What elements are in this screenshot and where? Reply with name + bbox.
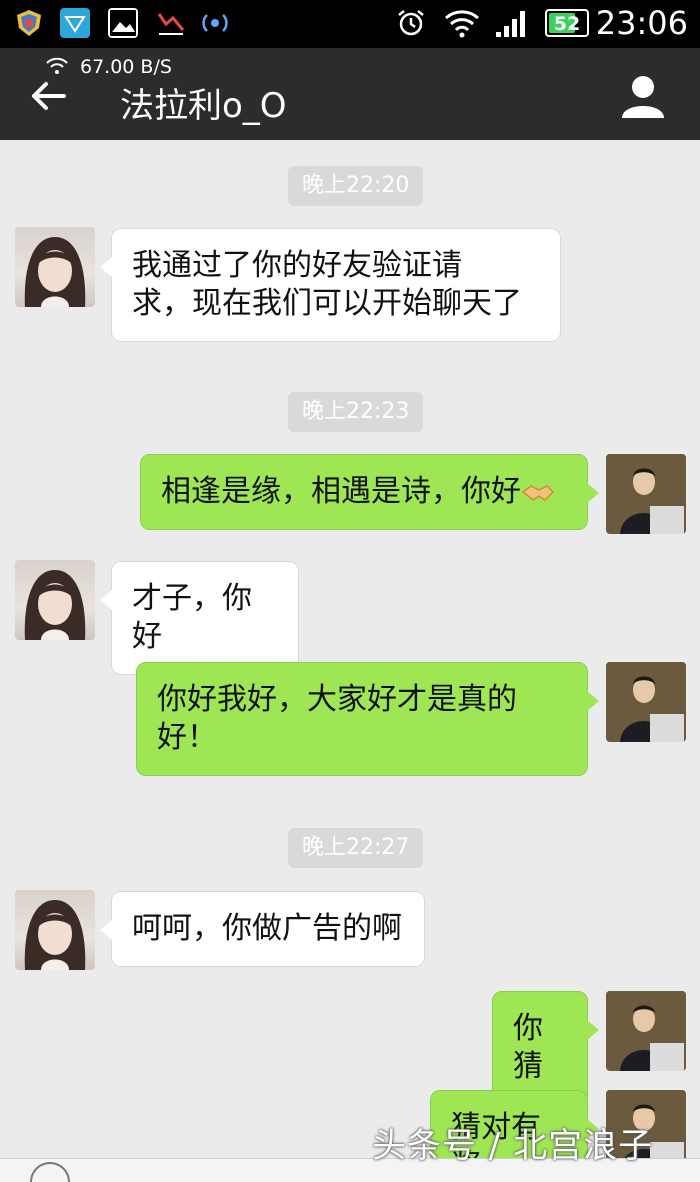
- timestamp: 晚上22:23: [288, 392, 424, 432]
- network-speed: 67.00 B/S: [80, 56, 172, 78]
- my-avatar[interactable]: [606, 454, 686, 534]
- gallery-icon: [108, 8, 138, 38]
- man-portrait-icon: [606, 662, 686, 742]
- message-text: 相逢是缘，相遇是诗，你好: [161, 474, 521, 509]
- alarm-icon: [398, 10, 424, 36]
- vpn-shield-icon: [60, 8, 90, 38]
- timestamp: 晚上22:20: [288, 166, 424, 206]
- battery-indicator: 52: [545, 9, 589, 37]
- message-bubble-received[interactable]: 才子，你好: [100, 561, 299, 675]
- timestamp: 晚上22:27: [288, 828, 424, 868]
- shield-icon: [17, 10, 41, 36]
- girl-portrait-icon: [24, 900, 86, 970]
- message-bubble-received[interactable]: 我通过了你的好友验证请 求，现在我们可以开始聊天了: [100, 228, 561, 342]
- message-text: 求，现在我们可以开始聊天了: [132, 286, 522, 321]
- message-bubble-received[interactable]: 呵呵，你做广告的啊: [100, 891, 425, 967]
- message-text: 才子，你好: [132, 581, 252, 654]
- girl-portrait-icon: [24, 570, 86, 640]
- message-list[interactable]: 晚上22:20 我通过了你的好友验证请 求，现在我们可以开始聊天了 晚上22:2…: [0, 140, 700, 1182]
- message-text: 好！: [157, 720, 217, 755]
- back-arrow-icon[interactable]: [28, 76, 68, 116]
- clock: 23:06: [595, 4, 688, 42]
- wifi-icon: [445, 10, 479, 38]
- status-bar: 52 23:06: [0, 0, 700, 48]
- battery-level: 52: [553, 13, 581, 35]
- message-bubble-sent[interactable]: 你好我好，大家好才是真的 好！: [136, 662, 599, 776]
- message-text: 呵呵，你做广告的啊: [132, 911, 402, 946]
- message-bubble-sent[interactable]: 相逢是缘，相遇是诗，你好: [140, 454, 599, 530]
- chart-icon: [157, 13, 185, 35]
- chat-header: 67.00 B/S 法拉利o_O: [0, 48, 700, 140]
- contact-avatar[interactable]: [15, 890, 95, 970]
- message-bubble-sent[interactable]: 你猜: [492, 991, 599, 1105]
- message-text: 你猜: [513, 1011, 543, 1084]
- watermark: 头条号 / 北宫浪子: [372, 1126, 654, 1166]
- wifi-icon: [46, 57, 68, 74]
- signal-icon: [496, 11, 525, 37]
- my-avatar[interactable]: [606, 662, 686, 742]
- message-text: 你好我好，大家好才是真的: [157, 682, 517, 717]
- man-portrait-icon: [606, 454, 686, 534]
- person-icon[interactable]: [620, 74, 666, 118]
- girl-portrait-icon: [24, 237, 86, 307]
- contact-avatar[interactable]: [15, 227, 95, 307]
- man-portrait-icon: [606, 991, 686, 1071]
- chat-title: 法拉利o_O: [120, 86, 287, 126]
- handshake-emoji-icon: [521, 484, 555, 501]
- message-text: 我通过了你的好友验证请: [132, 248, 462, 283]
- contact-avatar[interactable]: [15, 560, 95, 640]
- antenna-icon: [202, 14, 228, 32]
- my-avatar[interactable]: [606, 991, 686, 1071]
